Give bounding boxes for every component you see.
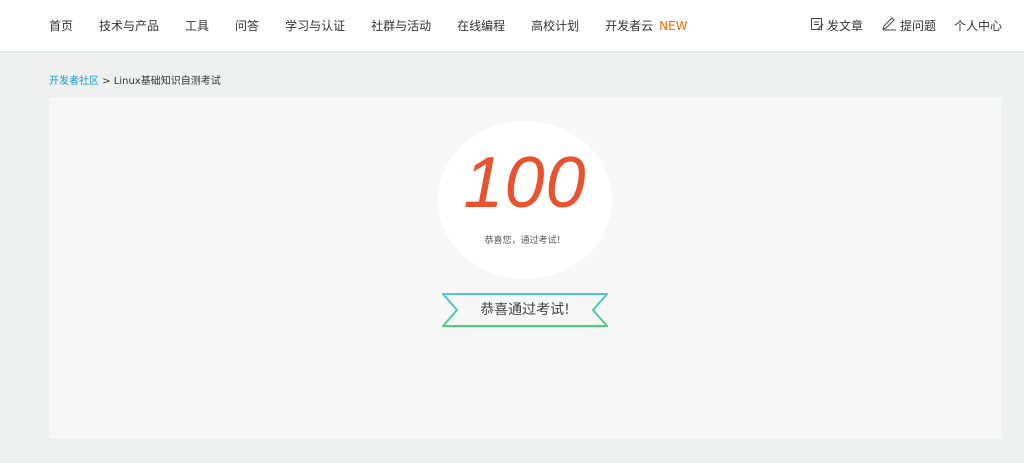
profile-label: 个人中心 xyxy=(953,19,1002,33)
user-actions: 发文章 提问题 个人中心 xyxy=(792,0,1002,51)
nav-item-community[interactable]: 社群与活动 xyxy=(371,17,431,34)
score-value: 100 xyxy=(463,143,587,223)
nav-item-tech-products[interactable]: 技术与产品 xyxy=(99,17,159,34)
write-article-label: 发文章 xyxy=(826,19,863,33)
pencil-icon xyxy=(881,17,900,34)
nav-item-online-coding[interactable]: 在线编程 xyxy=(457,17,505,34)
breadcrumb-current: Linux基础知识自测考试 xyxy=(113,76,221,87)
breadcrumb-root-link[interactable]: 开发者社区 xyxy=(49,76,99,87)
nav-item-tools[interactable]: 工具 xyxy=(185,17,209,34)
main-nav: 首页 技术与产品 工具 问答 学习与认证 社群与活动 在线编程 高校计划 开发者… xyxy=(49,0,688,51)
ask-question-button[interactable]: 提问题 xyxy=(881,17,936,34)
ask-question-label: 提问题 xyxy=(899,19,936,33)
top-navigation-bar: 首页 技术与产品 工具 问答 学习与认证 社群与活动 在线编程 高校计划 开发者… xyxy=(0,0,1024,52)
breadcrumb-separator: > xyxy=(99,76,114,87)
nav-item-dev-cloud-label: 开发者云 xyxy=(605,19,654,33)
ribbon-text: 恭喜通过考试! xyxy=(480,302,570,318)
exam-result-card: 100 恭喜您，通过考试！ 恭喜通过考试! xyxy=(49,97,1001,439)
score-message: 恭喜您，通过考试！ xyxy=(484,236,566,246)
nav-item-qa[interactable]: 问答 xyxy=(235,17,259,34)
nav-item-home[interactable]: 首页 xyxy=(49,17,73,34)
score-circle: 100 恭喜您，通过考试！ xyxy=(438,121,612,279)
pass-ribbon: 恭喜通过考试! xyxy=(440,293,610,327)
nav-item-dev-cloud[interactable]: 开发者云 NEW xyxy=(605,17,687,34)
profile-link[interactable]: 个人中心 xyxy=(954,17,1002,34)
write-article-button[interactable]: 发文章 xyxy=(810,17,863,34)
nav-item-university[interactable]: 高校计划 xyxy=(531,17,579,34)
new-badge: NEW xyxy=(659,19,688,33)
nav-item-learning[interactable]: 学习与认证 xyxy=(285,17,345,34)
breadcrumb: 开发者社区 > Linux基础知识自测考试 xyxy=(49,72,221,87)
document-edit-icon xyxy=(810,17,827,34)
